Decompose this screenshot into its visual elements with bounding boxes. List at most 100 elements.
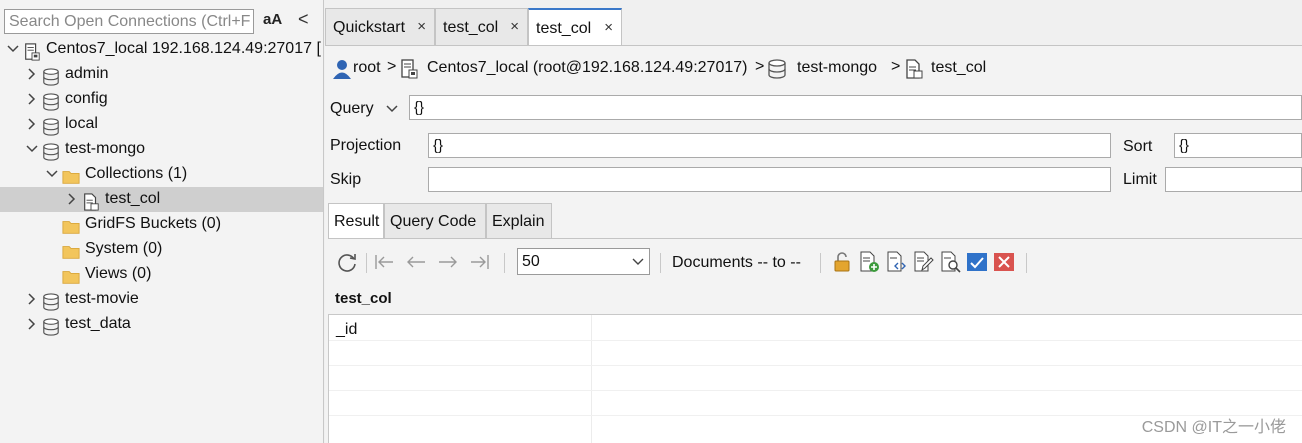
page-size-select[interactable]: 50: [517, 248, 650, 275]
breadcrumb-collection[interactable]: test_col: [931, 59, 986, 77]
tree-item[interactable]: test-movie: [0, 287, 323, 312]
tree-item-label: test-movie: [65, 290, 139, 307]
next-page-icon[interactable]: [437, 251, 459, 273]
collection-view: root > Centos7_local (root@192.168.124.4…: [325, 46, 1302, 443]
chevron-right-icon[interactable]: [25, 66, 39, 82]
tab-label: test_col: [443, 19, 499, 36]
tree-item[interactable]: local: [0, 112, 323, 137]
chevron-right-icon[interactable]: [65, 191, 79, 207]
tree-item[interactable]: test-mongo: [0, 137, 323, 162]
database-icon: [42, 140, 60, 161]
database-icon: [768, 59, 786, 79]
column-header-id[interactable]: _id: [336, 321, 357, 339]
column-divider: [591, 315, 592, 443]
edit-document-icon[interactable]: [912, 251, 934, 273]
documents-range: Documents -- to --: [672, 254, 801, 271]
tree-item[interactable]: config: [0, 87, 323, 112]
tab-test-col-active[interactable]: test_col ×: [528, 8, 622, 47]
case-toggle-button[interactable]: aA: [263, 11, 282, 28]
tree-item[interactable]: test_data: [0, 312, 323, 337]
chevron-right-icon[interactable]: [25, 291, 39, 307]
tab-label: Result: [334, 213, 380, 230]
tree-item-label: config: [65, 90, 108, 107]
folder-icon: [62, 240, 80, 259]
tab-query-code[interactable]: Query Code: [384, 203, 486, 239]
close-icon[interactable]: ×: [510, 18, 519, 35]
tree-item[interactable]: Centos7_local 192.168.124.49:27017 [: [0, 37, 323, 62]
tree-item[interactable]: admin: [0, 62, 323, 87]
rollback-icon[interactable]: [993, 251, 1015, 273]
tab-result[interactable]: Result: [328, 203, 384, 239]
breadcrumb-separator-icon: >: [387, 58, 397, 75]
collection-icon: [82, 190, 100, 211]
toolbar-separator: [504, 253, 505, 273]
limit-input[interactable]: [1165, 167, 1302, 192]
tab-label: Explain: [492, 213, 545, 230]
chevron-down-icon[interactable]: [6, 41, 20, 57]
collapse-panel-button[interactable]: <: [298, 9, 309, 30]
result-toolbar: 50 Documents -- to --: [328, 239, 1302, 291]
sort-label: Sort: [1123, 138, 1153, 155]
query-label: Query: [330, 100, 374, 117]
view-document-icon[interactable]: [939, 251, 961, 273]
chevron-right-icon[interactable]: [25, 316, 39, 332]
tab-explain[interactable]: Explain: [486, 203, 552, 239]
breadcrumb-connection[interactable]: Centos7_local (root@192.168.124.49:27017…: [427, 59, 747, 77]
unlock-icon[interactable]: [831, 251, 853, 273]
chevron-down-icon: [632, 258, 644, 265]
sort-input[interactable]: [1174, 133, 1302, 158]
tree-item[interactable]: Views (0): [0, 262, 323, 287]
database-icon: [42, 315, 60, 336]
folder-icon: [62, 165, 80, 184]
previous-page-icon[interactable]: [405, 251, 427, 273]
chevron-right-icon[interactable]: [25, 91, 39, 107]
chevron-down-icon[interactable]: [25, 141, 39, 157]
breadcrumb-separator-icon: >: [891, 58, 901, 75]
tree-item[interactable]: GridFS Buckets (0): [0, 212, 323, 237]
tree-item-label: test-mongo: [65, 140, 146, 157]
chevron-down-icon[interactable]: [386, 103, 398, 115]
breadcrumb-user[interactable]: root: [353, 59, 381, 77]
tab-label: test_col: [536, 20, 592, 37]
search-box[interactable]: [4, 9, 254, 34]
close-icon[interactable]: ×: [604, 19, 613, 36]
tree-item[interactable]: test_col: [0, 187, 323, 212]
chevron-down-icon[interactable]: [45, 166, 59, 182]
tab-bar: Quickstart × test_col × test_col ×: [325, 8, 1302, 47]
projection-input[interactable]: [428, 133, 1111, 158]
tree-item[interactable]: System (0): [0, 237, 323, 262]
tree-item[interactable]: Collections (1): [0, 162, 323, 187]
last-page-icon[interactable]: [469, 251, 491, 273]
page-size-value: 50: [522, 253, 540, 270]
skip-label: Skip: [330, 171, 362, 188]
tree-item-label: local: [65, 115, 98, 132]
tab-quickstart[interactable]: Quickstart ×: [325, 8, 435, 46]
results-collection-title: test_col: [335, 290, 392, 307]
skip-input[interactable]: [428, 167, 1111, 192]
edit-json-icon[interactable]: [885, 251, 907, 273]
search-connections-input[interactable]: [5, 10, 253, 33]
server-icon: [401, 59, 418, 79]
grid-row-line: [329, 390, 1302, 391]
tree-item-label: System (0): [85, 240, 163, 257]
tree-item-label: Views (0): [85, 265, 152, 282]
database-icon: [42, 65, 60, 86]
close-icon[interactable]: ×: [417, 18, 426, 35]
tree-item-label: GridFS Buckets (0): [85, 215, 222, 232]
commit-icon[interactable]: [966, 251, 988, 273]
toolbar-separator: [660, 253, 661, 273]
add-document-icon[interactable]: [858, 251, 880, 273]
tree-item-label: test_data: [65, 315, 131, 332]
query-input[interactable]: [409, 95, 1302, 120]
chevron-right-icon[interactable]: [25, 116, 39, 132]
first-page-icon[interactable]: [373, 251, 395, 273]
user-icon: [333, 60, 351, 79]
breadcrumb-database[interactable]: test-mongo: [797, 59, 877, 77]
collection-icon: [906, 59, 923, 79]
folder-icon: [62, 215, 80, 234]
breadcrumb-separator-icon: >: [755, 58, 765, 75]
editor-area: Quickstart × test_col × test_col × root …: [325, 0, 1302, 443]
refresh-icon[interactable]: [336, 251, 358, 273]
toolbar-separator: [1026, 253, 1027, 273]
tab-test-col[interactable]: test_col ×: [435, 8, 528, 46]
